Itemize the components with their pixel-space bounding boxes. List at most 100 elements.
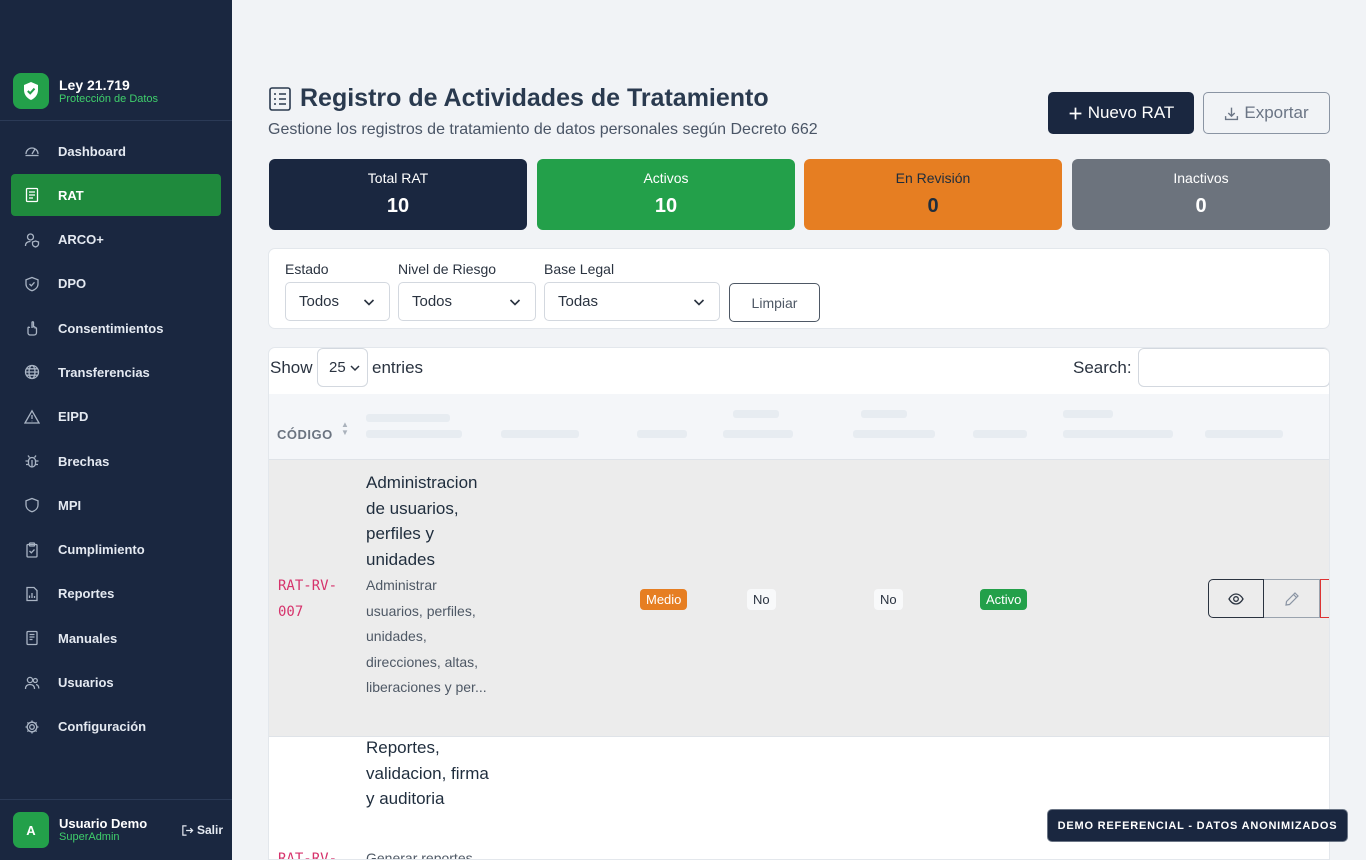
user-panel: A Usuario Demo SuperAdmin Salir <box>13 812 223 848</box>
page-title: Registro de Actividades de Tratamiento <box>300 84 769 112</box>
table-header: CÓDIGO ▲ ▼ <box>269 394 1329 460</box>
sidebar-item-label: RAT <box>58 187 84 203</box>
new-rat-button[interactable]: Nuevo RAT <box>1048 92 1194 134</box>
sidebar-item-label: Cumplimiento <box>58 542 145 558</box>
page-header: Registro de Actividades de Tratamiento G… <box>268 84 818 139</box>
export-button[interactable]: Exportar <box>1203 92 1330 134</box>
stat-label: Activos <box>643 170 689 186</box>
warning-icon <box>23 408 41 426</box>
column-header-faded <box>853 430 935 438</box>
search-input[interactable] <box>1138 348 1329 387</box>
sidebar-item-mpi[interactable]: MPI <box>11 484 221 526</box>
status-badge: Activo <box>980 589 1028 610</box>
logout-button[interactable]: Salir <box>181 823 223 837</box>
document-list-icon <box>269 86 291 111</box>
page-subtitle: Gestione los registros de tratamiento de… <box>268 121 818 138</box>
column-header-faded <box>723 430 793 438</box>
filter-label: Estado <box>285 261 329 277</box>
sidebar-item-arco[interactable]: ARCO+ <box>11 219 221 261</box>
sidebar-item-usuarios[interactable]: Usuarios <box>11 662 221 704</box>
select-value: Todos <box>299 293 340 310</box>
clear-filters-button[interactable]: Limpiar <box>729 283 820 322</box>
divider <box>0 799 232 800</box>
base-legal-select[interactable]: Todas <box>544 282 720 321</box>
column-header-faded <box>1063 430 1173 438</box>
stat-value: 10 <box>386 195 410 217</box>
stat-label: Inactivos <box>1173 170 1229 186</box>
entries-select[interactable]: 25 <box>317 348 368 387</box>
gauge-icon <box>23 142 41 160</box>
book-icon <box>23 629 41 647</box>
column-header-faded <box>733 410 779 418</box>
stat-card-activos: Activos 10 <box>537 159 795 230</box>
sidebar-item-manuales[interactable]: Manuales <box>11 617 221 659</box>
select-value: Todas <box>558 293 599 310</box>
sidebar-item-eipd[interactable]: EIPD <box>11 396 221 438</box>
shield-check-icon <box>13 73 49 109</box>
clipboard-check-icon <box>23 541 41 559</box>
chevron-down-icon <box>509 298 521 306</box>
logout-label: Salir <box>196 823 223 837</box>
table-controls: Show 25 entries Search: <box>269 348 1329 394</box>
column-header-faded <box>861 410 907 418</box>
sidebar-item-cumplimiento[interactable]: Cumplimiento <box>11 529 221 571</box>
sidebar-item-consentimientos[interactable]: Consentimientos <box>11 307 221 349</box>
sidebar-item-configuracion[interactable]: Configuración <box>11 706 221 748</box>
sidebar: Ley 21.719 Protección de Datos Dashboard… <box>0 0 232 860</box>
chevron-down-icon <box>363 298 375 306</box>
gear-icon <box>23 718 41 736</box>
sidebar-item-brechas[interactable]: Brechas <box>11 440 221 482</box>
sidebar-item-transferencias[interactable]: Transferencias <box>11 351 221 393</box>
transfer-badge: No <box>874 589 903 610</box>
sidebar-item-label: Manuales <box>58 630 118 646</box>
view-button[interactable] <box>1208 579 1264 618</box>
document-list-icon <box>23 186 41 204</box>
search-label: Search: <box>1073 358 1132 377</box>
rat-description: Generar reportes <box>366 850 473 860</box>
rat-name: Administracion de usuarios, perfiles y u… <box>366 473 478 569</box>
sidebar-item-label: Reportes <box>58 586 115 602</box>
demo-banner: DEMO REFERENCIAL - DATOS ANONIMIZADOS <box>1047 809 1348 842</box>
divider <box>0 120 232 121</box>
export-label: Exportar <box>1244 103 1309 122</box>
sidebar-item-reportes[interactable]: Reportes <box>11 573 221 615</box>
sidebar-item-label: Usuarios <box>58 675 114 691</box>
hand-icon <box>23 319 41 337</box>
sort-icon[interactable]: ▲ ▼ <box>341 421 349 437</box>
row-actions <box>1208 579 1329 618</box>
stat-label: Total RAT <box>367 170 429 186</box>
sidebar-item-dpo[interactable]: DPO <box>11 263 221 305</box>
filter-label: Nivel de Riesgo <box>398 261 497 277</box>
brand-title: Ley 21.719 <box>59 76 130 93</box>
sidebar-nav: Dashboard RAT ARCO+ DPO Consentimientos … <box>11 130 221 750</box>
column-header-codigo[interactable]: CÓDIGO <box>277 427 333 442</box>
avatar: A <box>13 812 49 848</box>
users-icon <box>23 674 41 692</box>
stat-value: 0 <box>1195 195 1207 217</box>
risk-badge: Medio <box>640 589 688 610</box>
sidebar-item-label: Transferencias <box>58 364 150 380</box>
sidebar-item-label: Consentimientos <box>58 320 164 336</box>
estado-select[interactable]: Todos <box>285 282 390 321</box>
pencil-icon <box>1284 591 1299 606</box>
filter-base-legal: Base Legal Todas <box>544 261 720 321</box>
brand[interactable]: Ley 21.719 Protección de Datos <box>13 73 158 109</box>
new-rat-label: Nuevo RAT <box>1087 103 1175 122</box>
riesgo-select[interactable]: Todos <box>398 282 536 321</box>
stat-value: 10 <box>654 195 678 217</box>
sidebar-item-label: Configuración <box>58 719 147 735</box>
bug-icon <box>23 452 41 470</box>
filter-panel: Estado Todos Nivel de Riesgo Todos Base … <box>268 248 1330 329</box>
edit-button[interactable] <box>1264 579 1320 618</box>
filter-label: Base Legal <box>544 261 615 277</box>
table-row[interactable]: RAT-RV-007 Administracion de usuarios, p… <box>269 460 1329 737</box>
user-shield-icon <box>23 231 41 249</box>
filter-riesgo: Nivel de Riesgo Todos <box>398 261 536 321</box>
sidebar-item-dashboard[interactable]: Dashboard <box>11 130 221 172</box>
user-role: SuperAdmin <box>59 831 120 843</box>
sidebar-item-rat[interactable]: RAT <box>11 174 221 217</box>
delete-button[interactable] <box>1320 579 1329 618</box>
chart-file-icon <box>23 585 41 603</box>
sidebar-item-label: MPI <box>58 497 82 513</box>
rat-name: Reportes, validacion, firma y auditoria <box>366 738 489 808</box>
